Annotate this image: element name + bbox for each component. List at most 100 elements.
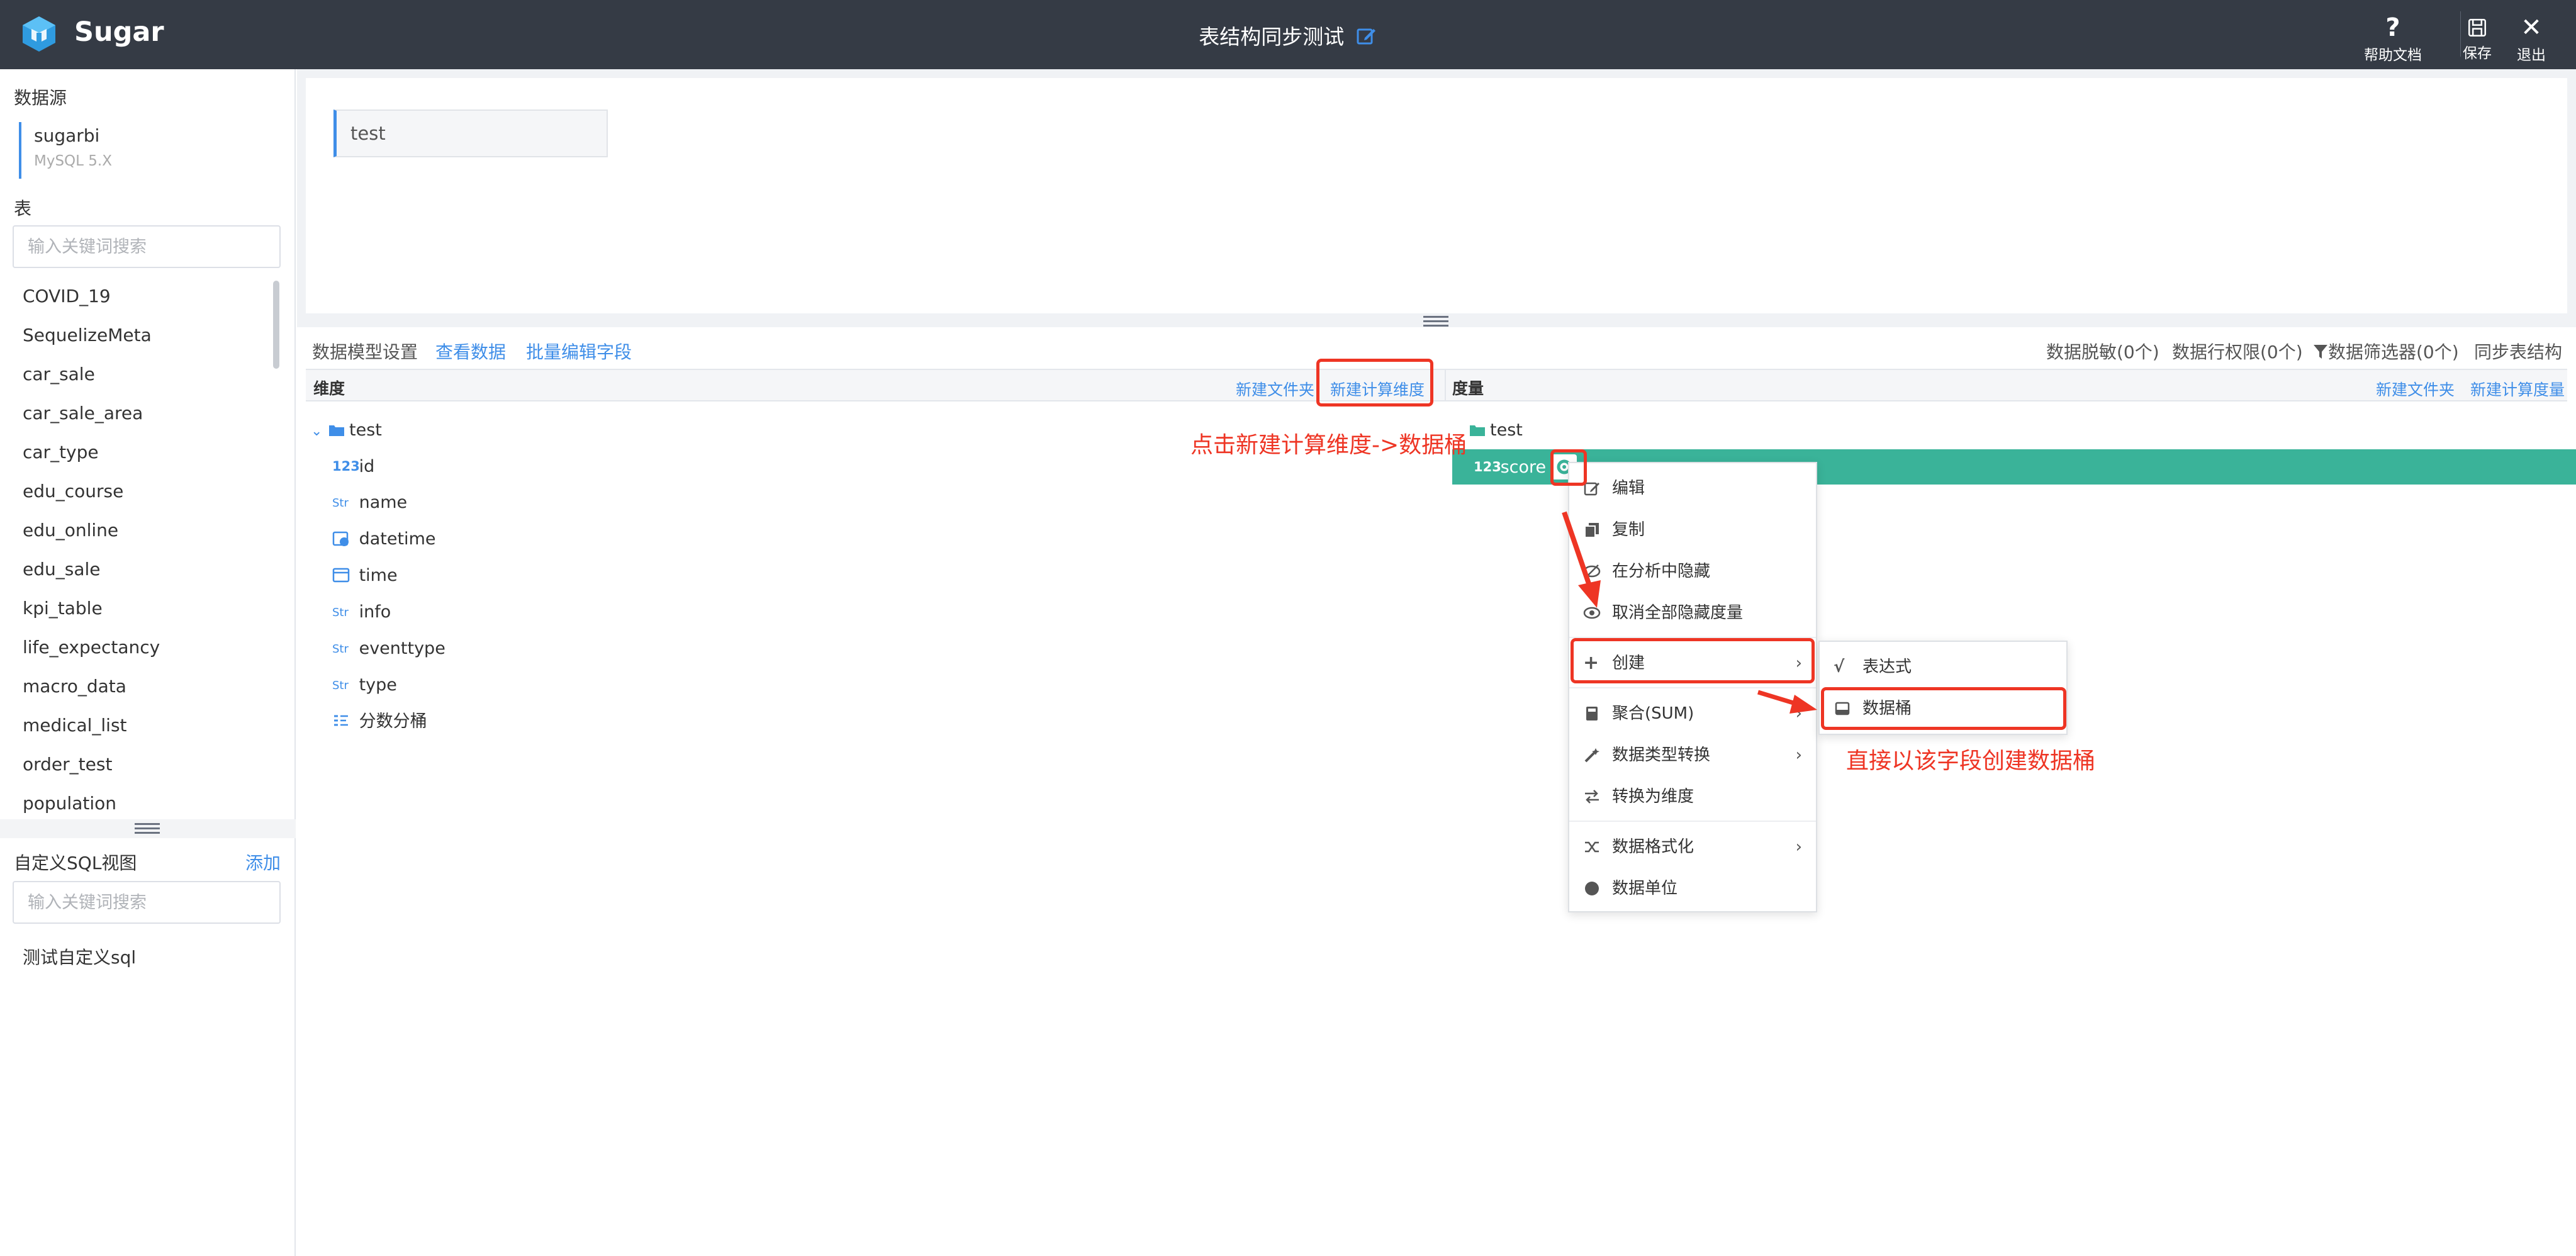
string-type-icon: Str	[332, 642, 349, 656]
custom-sql-search-input[interactable]	[13, 881, 281, 924]
field-context-menu: 编辑 复制 在分析中隐藏 取消全部隐藏度量 + 创建 › 聚合(SUM) › 数…	[1568, 462, 1817, 912]
new-dimension-folder-link[interactable]: 新建文件夹	[1236, 378, 1314, 400]
tab-batch-edit[interactable]: 批量编辑字段	[526, 339, 632, 364]
table-search-input[interactable]	[13, 225, 281, 268]
menu-item-format[interactable]: 数据格式化 ›	[1569, 828, 1816, 866]
table-item[interactable]: life_expectancy	[0, 628, 296, 667]
custom-sql-item[interactable]: 测试自定义sql	[23, 944, 136, 969]
tab-view-data[interactable]: 查看数据	[435, 339, 506, 364]
field-name: datetime	[359, 529, 436, 549]
number-type-icon: 123	[1474, 459, 1501, 474]
tab-desensitize[interactable]: 数据脱敏(0个)	[2046, 339, 2159, 364]
menu-item-label: 数据单位	[1612, 879, 1678, 898]
table-item[interactable]: edu_course	[0, 472, 296, 511]
table-item[interactable]: population	[0, 784, 296, 823]
table-item[interactable]: kpi_table	[0, 589, 296, 628]
chevron-right-icon: ›	[1795, 704, 1802, 723]
dimension-field-eventtype[interactable]: Str eventtype	[332, 633, 445, 664]
table-item[interactable]: COVID_19	[0, 277, 296, 316]
dimension-field-id[interactable]: 123 id	[332, 451, 374, 482]
string-type-icon: Str	[332, 679, 349, 692]
dimension-field-type[interactable]: Str type	[332, 670, 397, 701]
new-calc-measure-link[interactable]: 新建计算度量	[2470, 378, 2565, 400]
add-custom-sql-link[interactable]: 添加	[245, 849, 281, 875]
folder-open-icon	[329, 425, 345, 436]
chevron-right-icon: ›	[1795, 838, 1802, 856]
fields-panel	[297, 369, 2576, 1256]
menu-item-edit[interactable]: 编辑	[1569, 469, 1816, 507]
tab-row-permission[interactable]: 数据行权限(0个)	[2172, 339, 2303, 364]
menu-item-label: 在分析中隐藏	[1612, 562, 1711, 581]
copy-icon	[1584, 523, 1599, 538]
dimension-field-score-bucket[interactable]: 分数分桶	[332, 706, 427, 737]
sqrt-icon: √	[1834, 658, 1845, 676]
canvas-table-node[interactable]: test	[333, 109, 608, 157]
datasource-item[interactable]: sugarbi MySQL 5.X	[19, 122, 271, 179]
table-item[interactable]: order_test	[0, 745, 296, 784]
tab-filter[interactable]: 数据筛选器(0个)	[2313, 339, 2459, 364]
menu-item-label: 聚合(SUM)	[1612, 704, 1694, 723]
dimension-field-info[interactable]: Str info	[332, 597, 391, 628]
datasource-title: 数据源	[14, 87, 67, 108]
close-icon: ✕	[2521, 13, 2542, 42]
field-name: eventtype	[359, 639, 445, 658]
table-item[interactable]: medical_list	[0, 706, 296, 745]
question-icon: ?	[2385, 13, 2400, 42]
table-item[interactable]: edu_online	[0, 511, 296, 550]
field-name: name	[359, 493, 408, 512]
menu-item-label: 表达式	[1862, 658, 1912, 676]
field-name: id	[359, 457, 375, 476]
folder-open-icon	[1470, 425, 1485, 436]
menu-item-unit[interactable]: 数据单位	[1569, 870, 1816, 907]
table-item[interactable]: SequelizeMeta	[0, 316, 296, 355]
calculator-icon	[1586, 707, 1598, 721]
menu-item-unhide-all[interactable]: 取消全部隐藏度量	[1569, 594, 1816, 632]
measure-folder[interactable]: test	[1469, 420, 1523, 440]
dimension-field-time[interactable]: time	[332, 560, 398, 592]
menu-item-label: 数据类型转换	[1612, 746, 1711, 765]
datasource-type: MySQL 5.X	[34, 153, 112, 169]
canvas-resize-grip-icon[interactable]	[1423, 316, 1448, 328]
table-list-scrollbar[interactable]	[273, 281, 279, 369]
swap-icon	[1585, 790, 1599, 804]
chevron-down-icon: ⌄	[311, 423, 323, 439]
menu-item-type-convert[interactable]: 数据类型转换 ›	[1569, 736, 1816, 774]
field-name: type	[359, 675, 397, 695]
tab-sync-structure[interactable]: 同步表结构	[2474, 339, 2562, 364]
table-item[interactable]: edu_sale	[0, 550, 296, 589]
edit-title-icon[interactable]	[1356, 25, 1377, 47]
dimension-field-datetime[interactable]: datetime	[332, 524, 435, 555]
menu-item-copy[interactable]: 复制	[1569, 511, 1816, 549]
sidebar-resize-handle[interactable]	[0, 819, 296, 838]
table-item[interactable]: car_type	[0, 433, 296, 472]
help-docs-label: 帮助文档	[2364, 47, 2422, 64]
menu-item-label: 转换为维度	[1612, 787, 1694, 806]
menu-item-aggregate[interactable]: 聚合(SUM) ›	[1569, 695, 1816, 732]
dimension-folder[interactable]: ⌄ test	[311, 420, 382, 440]
menu-item-to-dimension[interactable]: 转换为维度	[1569, 778, 1816, 816]
model-canvas	[306, 78, 2567, 313]
highlight-gear	[1550, 449, 1587, 486]
grip-icon	[135, 823, 160, 836]
field-name: info	[359, 602, 391, 622]
table-item[interactable]: car_sale	[0, 355, 296, 394]
table-item[interactable]: car_sale_area	[0, 394, 296, 433]
submenu-item-expression[interactable]: √ 表达式	[1820, 648, 2066, 686]
highlight-bucket-item	[1821, 687, 2066, 730]
menu-item-label: 取消全部隐藏度量	[1612, 603, 1744, 622]
badge-icon	[1585, 882, 1599, 895]
dimension-field-name[interactable]: Str name	[332, 487, 407, 519]
exit-button[interactable]: ✕ 退出	[2497, 15, 2566, 65]
string-type-icon: Str	[332, 496, 349, 510]
tab-model-settings[interactable]: 数据模型设置	[312, 339, 418, 364]
menu-item-hide-in-analysis[interactable]: 在分析中隐藏	[1569, 552, 1816, 590]
help-docs-button[interactable]: ? 帮助文档	[2358, 15, 2428, 65]
table-item[interactable]: macro_data	[0, 667, 296, 706]
menu-item-label: 编辑	[1612, 479, 1645, 498]
chevron-right-icon: ›	[1795, 746, 1802, 765]
custom-sql-title: 自定义SQL视图	[14, 853, 137, 873]
datasource-name: sugarbi	[34, 125, 100, 146]
field-name: score	[1500, 457, 1547, 477]
bucket-icon	[334, 715, 348, 726]
new-measure-folder-link[interactable]: 新建文件夹	[2376, 378, 2455, 400]
